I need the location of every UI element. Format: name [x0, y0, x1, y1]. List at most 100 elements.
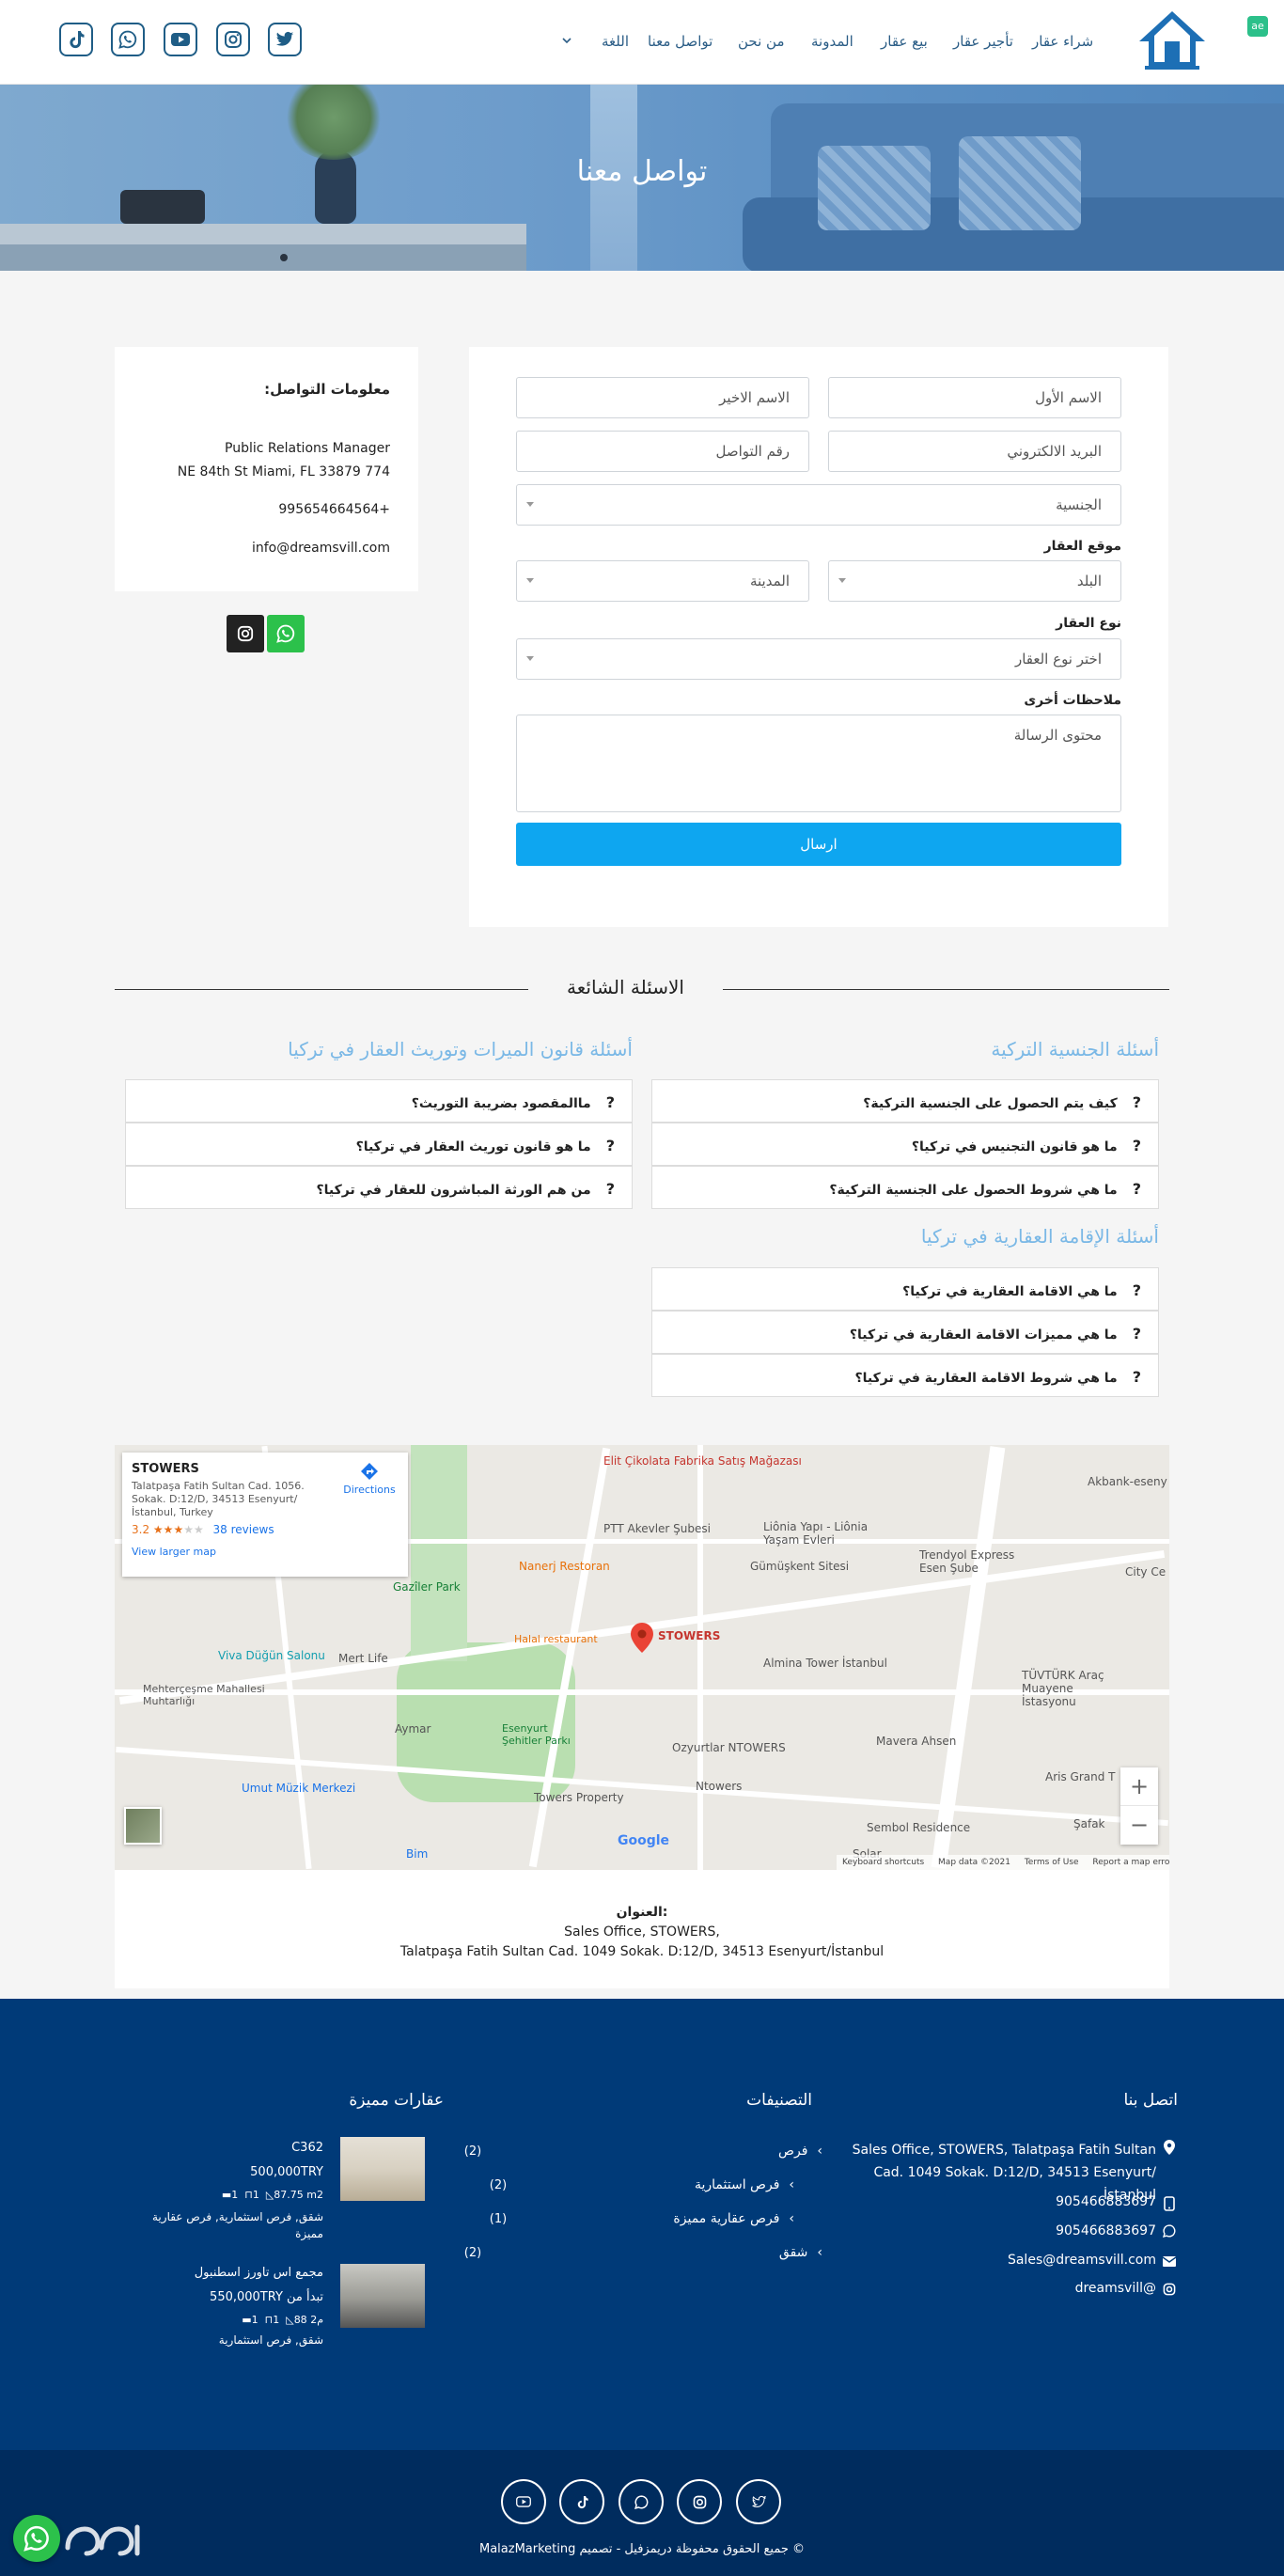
- faq-item[interactable]: ? ماالمقصود بضريبة التوريث؟: [125, 1079, 633, 1123]
- phone-icon: [1164, 2196, 1175, 2215]
- map-embed[interactable]: STOWERS Talatpaşa Fatih Sultan Cad. 1056…: [115, 1445, 1169, 1870]
- faq-item[interactable]: ? ما هي مميزات الاقامة العقارية في تركيا؟: [651, 1311, 1159, 1354]
- instagram-icon[interactable]: [216, 23, 250, 56]
- map-poi: Viva Düğün Salonu: [218, 1649, 325, 1662]
- category-item[interactable]: › فرص: [658, 2144, 822, 2159]
- contact-email[interactable]: info@dreamsvill.com: [252, 541, 390, 556]
- property-type-select[interactable]: اختر نوع العقار: [516, 638, 1121, 680]
- faq-question: ما هو قانون توريث العقار في تركيا؟: [355, 1139, 591, 1154]
- property-thumbnail[interactable]: [340, 2264, 425, 2328]
- whatsapp-icon[interactable]: [111, 23, 145, 56]
- property-area: 87.75 m2: [274, 2189, 323, 2201]
- faq-item[interactable]: ? ما هو قانون توريث العقار في تركيا؟: [125, 1123, 633, 1166]
- footer-phone-1[interactable]: 905466883697: [846, 2194, 1156, 2209]
- map-terms-link[interactable]: Terms of Use: [1025, 1858, 1079, 1867]
- category-name: فرص: [778, 2144, 808, 2159]
- site-logo[interactable]: [1135, 8, 1209, 71]
- map-poi: TÜVTÜRK Araç Muayene İstasyonu: [1022, 1669, 1104, 1708]
- footer-phone-2[interactable]: 905466883697: [846, 2223, 1156, 2238]
- map-poi: Gazîler Park: [393, 1580, 461, 1594]
- category-item[interactable]: › فرص استثمارية: [611, 2177, 794, 2192]
- category-item[interactable]: › شقق: [658, 2245, 822, 2260]
- map-directions[interactable]: Directions: [338, 1462, 400, 1496]
- nav-rent[interactable]: تأجير عقار: [953, 33, 1013, 50]
- property-specs: ▬1 ⊓1 ◺88 م2: [141, 2314, 323, 2326]
- instagram-icon[interactable]: [677, 2479, 722, 2524]
- contact-street: NE 84th St Miami, FL 33879 774: [177, 464, 390, 479]
- faq-item[interactable]: ? من هم الورثة المباشرون للعقار في تركيا؟: [125, 1166, 633, 1209]
- map-poi: Esenyurt Şehitler Parkı: [502, 1722, 571, 1747]
- bath-icon: ⊓: [264, 2314, 274, 2326]
- nav-sell[interactable]: بيع عقار: [881, 33, 928, 50]
- faq-item[interactable]: ? ما هي شروط الاقامة العقارية في تركيا؟: [651, 1354, 1159, 1397]
- floating-whatsapp-button[interactable]: [13, 2515, 60, 2562]
- road: [115, 1689, 1169, 1695]
- map-poi: Mehterçeşme Mahallesi Muhtarlığı: [143, 1683, 265, 1707]
- satellite-toggle[interactable]: [124, 1807, 162, 1845]
- faq-item[interactable]: ? ما هو قانون التجنيس في تركيا؟: [651, 1123, 1159, 1166]
- email-input[interactable]: البريد الالكتروني: [828, 431, 1121, 472]
- map-keyboard-shortcuts[interactable]: Keyboard shortcuts: [842, 1858, 924, 1867]
- property-area: 88 م2: [293, 2314, 323, 2326]
- twitter-icon[interactable]: [268, 23, 302, 56]
- whatsapp-icon[interactable]: [619, 2479, 664, 2524]
- nav-contact[interactable]: تواصل معنا: [648, 33, 712, 50]
- nav-language[interactable]: اللغة: [602, 33, 629, 50]
- contact-phone: 995654664564+: [278, 502, 390, 517]
- youtube-icon[interactable]: [501, 2479, 546, 2524]
- footer-instagram[interactable]: dreamsvill@: [846, 2281, 1156, 2296]
- category-name: فرص عقارية مميزة: [673, 2211, 780, 2226]
- property-price: 500,000TRY: [250, 2165, 323, 2179]
- message-textarea[interactable]: محتوى الرسالة: [516, 715, 1121, 812]
- city-select[interactable]: المدينة: [516, 560, 809, 602]
- faq-item[interactable]: ? ما هي الاقامة العقارية في تركيا؟: [651, 1267, 1159, 1311]
- green-strip: [411, 1445, 467, 1661]
- zoom-in-button[interactable]: +: [1120, 1767, 1158, 1806]
- tiktok-icon[interactable]: [59, 23, 93, 56]
- map-poi: Ntowers: [696, 1780, 743, 1793]
- question-icon: ?: [1132, 1180, 1141, 1198]
- last-name-input[interactable]: الاسم الاخير: [516, 377, 809, 418]
- tiktok-icon[interactable]: [559, 2479, 604, 2524]
- map-reviews-link[interactable]: 38 reviews: [213, 1523, 274, 1536]
- map-marker-icon[interactable]: [630, 1622, 654, 1654]
- map-poi: Ozyurtlar NTOWERS: [672, 1741, 786, 1754]
- chevron-down-icon[interactable]: [562, 34, 572, 44]
- phone-input[interactable]: رقم التواصل: [516, 431, 809, 472]
- first-name-input[interactable]: الاسم الأول: [828, 377, 1121, 418]
- map-poi: Nanerj Restoran: [519, 1560, 610, 1573]
- footer-email[interactable]: Sales@dreamsvill.com: [846, 2253, 1156, 2268]
- nav-about[interactable]: من نحن: [738, 33, 785, 50]
- faq-item[interactable]: ? كيف يتم الحصول على الجنسية التركية؟: [651, 1079, 1159, 1123]
- country-select[interactable]: البلد: [828, 560, 1121, 602]
- property-thumbnail[interactable]: [340, 2137, 425, 2201]
- instagram-button[interactable]: [227, 615, 264, 652]
- property-price: 550,000TRY: [210, 2290, 283, 2304]
- whatsapp-button[interactable]: [267, 615, 305, 652]
- youtube-icon[interactable]: [164, 23, 197, 56]
- chevron-down-icon: [838, 578, 846, 583]
- map-poi: Aymar: [395, 1722, 431, 1736]
- slider-dot[interactable]: [280, 254, 288, 261]
- zoom-out-button[interactable]: −: [1120, 1806, 1158, 1844]
- map-larger-link[interactable]: View larger map: [132, 1546, 399, 1558]
- map-report-error[interactable]: Report a map error: [1092, 1858, 1169, 1867]
- property-name[interactable]: مجمع اس تاورز اسطنبول: [141, 2266, 323, 2280]
- property-rooms: 1: [251, 2314, 258, 2326]
- submit-button[interactable]: ارسال: [516, 823, 1121, 866]
- nav-blog[interactable]: المدونة: [811, 33, 853, 50]
- category-item[interactable]: › فرص عقارية مميزة: [611, 2211, 794, 2226]
- nav-buy[interactable]: شراء عقار: [1032, 33, 1093, 50]
- nationality-select[interactable]: الجنسية: [516, 484, 1121, 526]
- property-type-value: اختر نوع العقار: [1014, 651, 1102, 668]
- faq-group-title-inheritance: أسئلة قانون الميرات وتوريث العقار في ترك…: [288, 1038, 633, 1060]
- footer-categories-title: التصنيفات: [746, 2091, 812, 2110]
- chevron-left-icon: ›: [817, 2144, 822, 2159]
- property-name[interactable]: C362: [141, 2141, 323, 2155]
- copyright: © جميع الحقوق محفوظة دريمزفيل - تصميم Ma…: [478, 2542, 806, 2556]
- country-value: البلد: [1076, 573, 1102, 589]
- faq-item[interactable]: ? ما هي شروط الحصول على الجنسية التركية؟: [651, 1166, 1159, 1209]
- twitter-icon[interactable]: [736, 2479, 781, 2524]
- map-data-credit: Map data ©2021: [938, 1858, 1010, 1867]
- lang-badge[interactable]: ae: [1247, 16, 1268, 37]
